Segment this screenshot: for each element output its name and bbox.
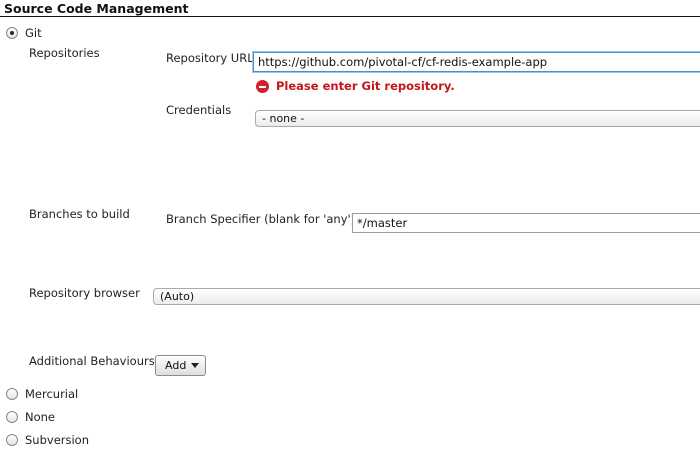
- mercurial-radio[interactable]: [6, 388, 18, 400]
- git-radio[interactable]: [6, 27, 18, 39]
- subversion-radio-label[interactable]: Subversion: [25, 433, 89, 447]
- repositories-label: Repositories: [29, 46, 100, 60]
- add-behaviour-button[interactable]: Add: [155, 355, 207, 376]
- credentials-select[interactable]: - none -: [255, 110, 700, 127]
- git-radio-label[interactable]: Git: [25, 26, 42, 40]
- section-divider: [0, 16, 700, 17]
- credentials-label: Credentials: [166, 103, 232, 117]
- repository-browser-select[interactable]: (Auto): [153, 288, 700, 305]
- section-title: Source Code Management: [4, 1, 189, 16]
- error-circle-icon: [256, 80, 269, 93]
- repository-browser-label: Repository browser: [29, 286, 140, 300]
- caret-down-icon: [191, 363, 200, 368]
- branch-specifier-input[interactable]: */master: [352, 213, 700, 233]
- repository-url-input[interactable]: https://github.com/pivotal-cf/cf-redis-e…: [253, 52, 700, 72]
- additional-behaviours-label: Additional Behaviours: [29, 354, 155, 368]
- add-button-label: Add: [165, 359, 187, 372]
- branches-to-build-label: Branches to build: [29, 207, 130, 221]
- mercurial-radio-label[interactable]: Mercurial: [25, 387, 78, 401]
- repository-url-error: Please enter Git repository.: [276, 79, 455, 93]
- repository-url-label: Repository URL: [166, 51, 254, 65]
- none-radio-label[interactable]: None: [25, 410, 55, 424]
- subversion-radio[interactable]: [6, 434, 18, 446]
- none-radio[interactable]: [6, 411, 18, 423]
- branch-specifier-label: Branch Specifier (blank for 'any'): [166, 212, 356, 226]
